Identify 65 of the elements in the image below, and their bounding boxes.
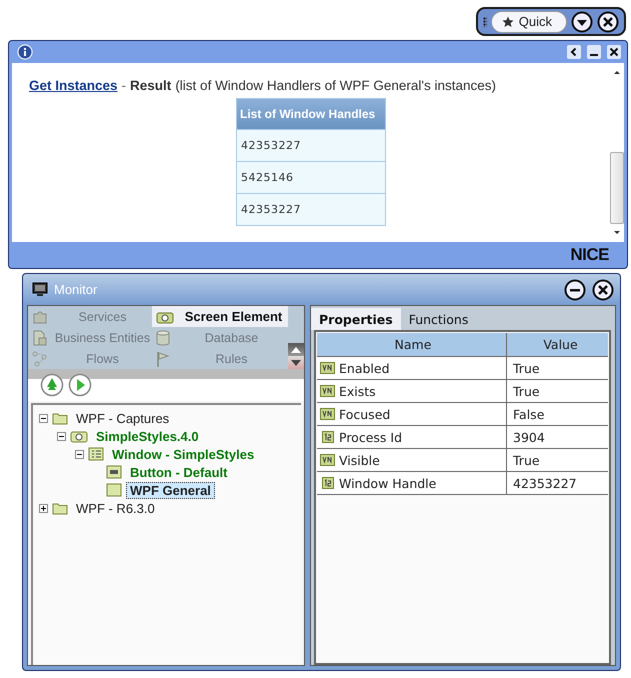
property-value: False (513, 406, 544, 422)
property-value: True (513, 360, 540, 376)
tree-icon[interactable] (40, 373, 64, 397)
puzzle-icon (32, 308, 48, 324)
minimize-icon[interactable] (564, 278, 586, 300)
play-icon[interactable] (68, 373, 92, 397)
collapse-toggle[interactable] (57, 432, 66, 440)
tree-item[interactable]: SimpleStyles.4.0 (92, 428, 203, 444)
quick-button[interactable]: Quick (490, 10, 567, 32)
camera-icon (70, 429, 88, 443)
result-description: (list of Window Handlers of WPF General's instances) (175, 78, 496, 93)
monitor-icon (32, 282, 48, 297)
button-icon (106, 465, 122, 479)
info-icon (17, 44, 33, 60)
grip-icon[interactable] (482, 16, 487, 26)
star-icon (502, 16, 514, 28)
expand-toggle[interactable] (39, 504, 48, 512)
table-cell: 5425146 (237, 161, 385, 193)
property-name: Enabled (339, 360, 390, 376)
scroll-up-icon[interactable] (613, 69, 621, 75)
property-value: 42353227 (513, 476, 577, 490)
tree-item[interactable]: WPF General (126, 482, 215, 498)
table-cell: 42353227 (237, 193, 385, 225)
back-icon[interactable] (567, 45, 581, 59)
minimize-icon[interactable] (587, 45, 601, 59)
folder-icon (52, 411, 68, 425)
get-instances-link[interactable]: Get Instances (29, 78, 118, 93)
column-header: Value (542, 336, 579, 354)
tree-item[interactable]: WPF - Captures (72, 410, 174, 426)
logo: NICE (570, 245, 609, 265)
section-tab[interactable]: Screen Element (152, 306, 288, 327)
tab[interactable]: Properties (311, 308, 401, 330)
column-header: List of Window Handles (237, 99, 385, 129)
property-name: Exists (339, 384, 376, 398)
property-value: 3904 (513, 430, 545, 444)
camera-icon (156, 310, 174, 324)
property-name: Visible (339, 452, 380, 468)
element-icon (106, 483, 122, 497)
column-header: Name (317, 333, 507, 356)
result-heading: Result (130, 78, 172, 93)
property-value: True (513, 384, 540, 398)
property-name: Process Id (339, 430, 402, 444)
document-icon (32, 330, 48, 346)
scroll-down-icon[interactable] (613, 230, 621, 236)
tab[interactable]: Functions (400, 309, 476, 330)
property-name: Focused (339, 406, 390, 422)
close-icon[interactable] (592, 278, 614, 300)
property-value: True (513, 452, 540, 468)
separator-text: - (122, 78, 126, 93)
close-icon[interactable] (597, 10, 619, 32)
nodes-icon (32, 350, 48, 366)
property-name: Window Handle (339, 476, 436, 490)
flag-icon (156, 350, 170, 366)
close-icon[interactable] (607, 45, 621, 59)
database-icon (156, 330, 170, 346)
table-cell: 42353227 (237, 129, 385, 161)
window-title: Monitor (54, 282, 98, 297)
dropdown-icon[interactable] (571, 10, 593, 32)
tree-item[interactable]: WPF - R6.3.0 (72, 500, 159, 516)
tree-item[interactable]: Button - Default (126, 464, 232, 480)
tree-item[interactable]: Window - SimpleStyles (108, 446, 258, 462)
collapse-toggle[interactable] (39, 414, 48, 422)
collapse-toggle[interactable] (75, 450, 84, 458)
folder-icon (52, 501, 68, 515)
form-icon (88, 447, 104, 461)
